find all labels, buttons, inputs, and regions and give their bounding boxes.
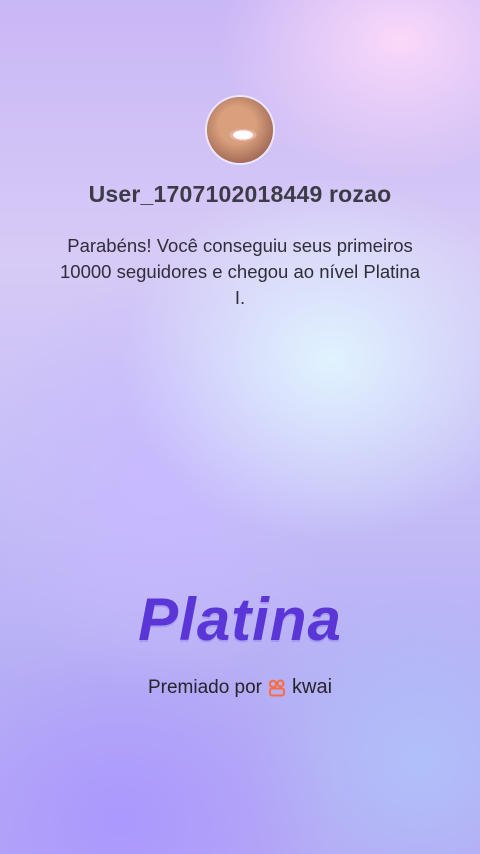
level-title: Platina	[138, 586, 342, 653]
awarded-by: Premiado por kwai	[0, 676, 480, 699]
kwai-brand: kwai	[292, 676, 333, 698]
avatar[interactable]	[207, 97, 273, 163]
kwai-logo-icon	[268, 679, 286, 696]
congratulation-message: Parabéns! Você conseguiu seus primeiros …	[60, 235, 420, 308]
username: User_1707102018449 rozao	[88, 181, 392, 207]
awarded-by-label: Premiado por	[147, 676, 263, 698]
